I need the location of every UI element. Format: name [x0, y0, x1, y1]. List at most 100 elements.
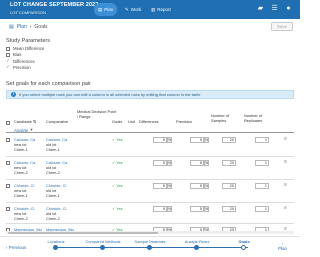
unit-percent: %	[167, 160, 172, 166]
nav-work[interactable]: ✎ Work	[121, 3, 145, 16]
samples-input[interactable]: 20	[222, 137, 236, 143]
step-goals[interactable]: Goals	[224, 239, 264, 244]
step-dot[interactable]	[147, 245, 152, 250]
param-mean-difference[interactable]: Mean Difference	[6, 46, 44, 51]
study-subtitle: LOT COMPARISON	[10, 10, 46, 15]
next-label: Plan	[278, 246, 288, 251]
info-icon: i	[11, 92, 16, 97]
goals-title: Set goals for each comparison pair	[6, 81, 91, 87]
row-checkbox[interactable]	[6, 184, 10, 188]
row-menu-icon[interactable]: ≡	[283, 183, 288, 188]
breadcrumb-current: Goals	[34, 24, 48, 30]
col-medical-decision: Medical Decision Point / Range	[77, 109, 117, 119]
param-precision[interactable]: ✓ Precision	[6, 64, 31, 70]
unit-percent: %	[167, 183, 172, 189]
col-candidate[interactable]: Candidate ⇅	[14, 119, 36, 125]
differences-input[interactable]: 5	[153, 206, 167, 212]
col-samples: Number of Samples	[211, 113, 230, 123]
row-divider	[6, 223, 294, 224]
header-divider	[6, 132, 294, 133]
unit-percent: %	[204, 137, 209, 143]
menu-icon[interactable]: ☰	[270, 4, 279, 13]
step-sample-materials[interactable]: Sample Materials	[130, 239, 170, 244]
checkbox[interactable]	[6, 52, 10, 57]
comparative-cell: Chem-2	[46, 216, 60, 221]
checkmark-icon: ✓	[112, 206, 116, 211]
row-divider	[6, 179, 294, 180]
step-dot-current[interactable]	[241, 245, 246, 250]
row-menu-icon[interactable]: ≡	[283, 160, 288, 165]
study-parameters-title: Study Parameters	[6, 38, 51, 44]
stepper-track	[58, 247, 248, 248]
step-dot[interactable]	[53, 245, 58, 250]
col-goals: Goals	[112, 119, 123, 124]
precision-input[interactable]: 5	[190, 160, 204, 166]
goals-cell: ✓ Yes	[112, 160, 123, 165]
workflow-stepper: ‹ Previous Locations Compared Methods Sa…	[0, 236, 300, 257]
replicates-input[interactable]: 1	[255, 206, 269, 212]
checkmark-icon: ✓	[112, 183, 116, 188]
differences-input[interactable]: 5	[153, 137, 167, 143]
precision-input[interactable]: 5	[190, 137, 204, 143]
step-locations[interactable]: Locations	[36, 239, 76, 244]
samples-input[interactable]: 20	[222, 183, 236, 189]
row-menu-icon[interactable]: ≡	[283, 206, 288, 211]
candidate-cell: Chem-1	[14, 193, 28, 198]
samples-input[interactable]: 20	[222, 160, 236, 166]
nav-report[interactable]: ▥ Report	[147, 3, 175, 16]
checkbox[interactable]	[6, 46, 10, 51]
nav-plan-label: Plan	[104, 7, 114, 12]
checkmark-icon[interactable]: ✓	[6, 64, 10, 70]
breadcrumb-separator: ›	[29, 24, 32, 30]
step-compared-methods[interactable]: Compared Methods	[83, 239, 123, 244]
save-button[interactable]: Save	[271, 22, 293, 31]
differences-input[interactable]: 5	[153, 183, 167, 189]
next-plan-button[interactable]: › Plan	[278, 241, 287, 251]
info-banner: i If you select multiple rows you can ed…	[6, 90, 294, 99]
row-checkbox[interactable]	[6, 138, 10, 142]
user-icon[interactable]: ●	[284, 4, 293, 13]
row-checkbox[interactable]	[6, 207, 10, 211]
horizontal-scrollbar[interactable]	[6, 231, 294, 234]
col-replicates: Number of Replicates	[244, 113, 263, 123]
nav-plan[interactable]: ▤ Plan	[94, 3, 118, 16]
replicates-input[interactable]: 1	[255, 160, 269, 166]
param-label: Precision	[13, 64, 31, 70]
top-bar: LOT CHANGE SEPTEMBER 2022 LOT COMPARISON…	[0, 0, 300, 19]
step-dot[interactable]	[194, 245, 199, 250]
samples-input[interactable]: 20	[222, 206, 236, 212]
comparative-cell: Chem-1	[46, 193, 60, 198]
breadcrumb-plan[interactable]: Plan	[17, 24, 27, 30]
info-text: If you select multiple rows you can edit…	[19, 92, 201, 97]
differences-input[interactable]: 5	[153, 160, 167, 166]
folder-icon[interactable]: ▰	[256, 4, 265, 13]
nav-work-label: Work	[130, 7, 142, 12]
unit-percent: %	[204, 183, 209, 189]
scrollbar-thumb[interactable]	[8, 231, 158, 234]
unit-percent: %	[167, 206, 172, 212]
col-differences: Differences	[139, 119, 159, 124]
step-analyte-rules[interactable]: Analyte Rules	[177, 239, 217, 244]
candidate-cell: Chem-1	[14, 147, 28, 152]
precision-input[interactable]: 5	[190, 183, 204, 189]
replicates-input[interactable]: 1	[255, 137, 269, 143]
row-divider	[6, 156, 294, 157]
col-unit: Unit	[128, 119, 135, 124]
candidate-cell: Chem-2	[14, 216, 28, 221]
col-precision: Precision	[176, 119, 193, 124]
unit-percent: %	[204, 206, 209, 212]
checkmark-icon: ✓	[112, 137, 116, 142]
comparative-cell: Chem-2	[46, 170, 60, 175]
param-bias[interactable]: Bias	[6, 52, 21, 57]
breadcrumb: ▤ Plan › Goals	[9, 24, 47, 30]
precision-input[interactable]: 5	[190, 206, 204, 212]
row-checkbox[interactable]	[6, 161, 10, 165]
row-menu-icon[interactable]: ≡	[283, 137, 288, 142]
step-dot[interactable]	[100, 245, 105, 250]
comparative-cell: Chem-1	[46, 147, 60, 152]
replicates-input[interactable]: 1	[255, 183, 269, 189]
previous-button[interactable]: ‹ Previous	[6, 245, 26, 250]
select-all-checkbox[interactable]	[6, 121, 10, 125]
goals-cell: ✓ Yes	[112, 183, 123, 188]
unit-percent: %	[167, 137, 172, 143]
